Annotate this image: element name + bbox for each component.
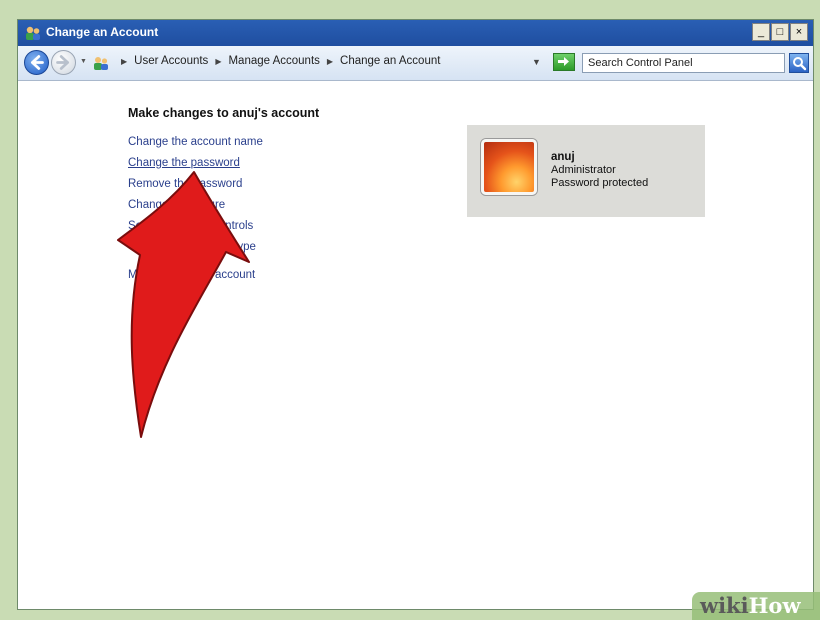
task-manage-another-account[interactable]: Manage another account bbox=[128, 269, 255, 281]
title-bar[interactable]: Change an Account _ □ × bbox=[18, 20, 813, 46]
forward-button[interactable] bbox=[51, 50, 76, 75]
account-password-status: Password protected bbox=[551, 177, 649, 189]
window-controls: _ □ × bbox=[752, 23, 808, 41]
back-arrow-icon bbox=[30, 55, 44, 70]
back-button[interactable] bbox=[24, 50, 49, 75]
address-dropdown-icon[interactable]: ▼ bbox=[532, 57, 541, 67]
navigation-bar: ▼ ▶ User Accounts ▶ Manage Accounts ▶ Ch… bbox=[18, 46, 813, 81]
content-area: Make changes to anuj's account Change th… bbox=[18, 81, 813, 609]
window-title: Change an Account bbox=[46, 25, 159, 39]
task-change-account-type[interactable]: Change the account type bbox=[128, 241, 256, 253]
breadcrumb-change-an-account[interactable]: Change an Account bbox=[340, 55, 440, 67]
task-change-password[interactable]: Change the password bbox=[128, 157, 240, 169]
task-remove-password[interactable]: Remove the password bbox=[128, 178, 242, 190]
maximize-button[interactable]: □ bbox=[771, 23, 789, 41]
search-button[interactable] bbox=[789, 53, 809, 73]
recent-pages-chevron-icon[interactable]: ▼ bbox=[80, 58, 87, 65]
breadcrumb-separator-icon[interactable]: ▶ bbox=[215, 57, 221, 66]
user-accounts-icon bbox=[26, 26, 40, 40]
forward-arrow-icon bbox=[56, 55, 70, 70]
control-panel-window: Change an Account _ □ × ▼ ▶ User Account bbox=[17, 19, 814, 610]
task-change-picture[interactable]: Change the picture bbox=[128, 199, 225, 211]
breadcrumb-manage-accounts[interactable]: Manage Accounts bbox=[228, 55, 319, 67]
minimize-button[interactable]: _ bbox=[752, 23, 770, 41]
account-picture bbox=[481, 139, 537, 195]
account-name: anuj bbox=[551, 151, 575, 163]
account-type: Administrator bbox=[551, 164, 616, 176]
breadcrumb: ▶ User Accounts ▶ Manage Accounts ▶ Chan… bbox=[114, 55, 440, 67]
watermark-wiki: wiki bbox=[700, 593, 749, 618]
refresh-go-button[interactable] bbox=[553, 53, 575, 71]
breadcrumb-separator-icon[interactable]: ▶ bbox=[327, 57, 333, 66]
task-set-up-parental-controls[interactable]: Set up Parental Controls bbox=[128, 220, 253, 232]
watermark-how: How bbox=[748, 593, 801, 618]
user-accounts-address-icon bbox=[94, 57, 108, 70]
task-change-account-name[interactable]: Change the account name bbox=[128, 136, 263, 148]
breadcrumb-separator-icon[interactable]: ▶ bbox=[121, 57, 127, 66]
wikihow-watermark: wikiHow bbox=[692, 592, 820, 620]
close-button[interactable]: × bbox=[790, 23, 808, 41]
search-input[interactable] bbox=[582, 53, 785, 73]
go-arrows-icon bbox=[558, 57, 569, 66]
page-heading: Make changes to anuj's account bbox=[128, 106, 320, 120]
breadcrumb-user-accounts[interactable]: User Accounts bbox=[134, 55, 208, 67]
search-icon bbox=[793, 57, 807, 71]
account-card: anuj Administrator Password protected bbox=[467, 125, 705, 217]
